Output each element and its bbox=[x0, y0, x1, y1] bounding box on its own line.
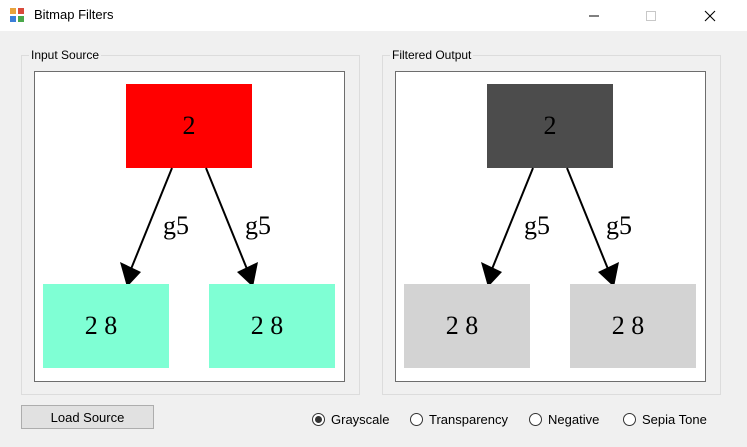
close-icon bbox=[704, 10, 716, 21]
edge-right bbox=[205, 167, 250, 275]
radio-transparency-label[interactable]: Transparency bbox=[429, 412, 508, 427]
root-node-label: 2 bbox=[183, 111, 196, 140]
input-source-group: Input Source 2 g5 g5 2 8 2 8 bbox=[21, 48, 360, 395]
title-bar: Bitmap Filters bbox=[0, 0, 747, 31]
input-picture: 2 g5 g5 2 8 2 8 bbox=[34, 71, 345, 382]
radio-transparency-indicator[interactable] bbox=[410, 412, 423, 426]
load-source-button[interactable]: Load Source bbox=[21, 405, 154, 429]
edge-right-arrowhead bbox=[237, 262, 258, 287]
radio-negative-label[interactable]: Negative bbox=[548, 412, 599, 427]
child-node-right-label: 2 8 bbox=[251, 311, 284, 340]
input-graph: 2 g5 g5 2 8 2 8 bbox=[43, 84, 335, 368]
maximize-icon bbox=[646, 10, 656, 21]
maximize-button[interactable] bbox=[628, 0, 674, 31]
output-picture: 2 g5 g5 2 8 2 8 bbox=[395, 71, 706, 382]
minimize-button[interactable] bbox=[571, 0, 617, 31]
radio-transparency[interactable]: Transparency bbox=[410, 410, 508, 428]
app-icon bbox=[10, 8, 24, 22]
output-graph: 2 g5 g5 2 8 2 8 bbox=[404, 84, 696, 368]
edge-right-arrowhead bbox=[598, 262, 619, 287]
edge-left-arrowhead bbox=[120, 262, 141, 287]
minimize-icon bbox=[589, 15, 599, 16]
filtered-output-label: Filtered Output bbox=[390, 48, 474, 62]
input-source-label: Input Source bbox=[29, 48, 102, 62]
edge-right-label: g5 bbox=[245, 211, 271, 240]
edge-right bbox=[566, 167, 611, 275]
filtered-output-group: Filtered Output 2 g5 g5 2 8 2 8 bbox=[382, 48, 721, 395]
radio-grayscale-label[interactable]: Grayscale bbox=[331, 412, 390, 427]
radio-grayscale-indicator[interactable] bbox=[312, 412, 325, 426]
radio-sepia-tone[interactable]: Sepia Tone bbox=[623, 410, 707, 428]
child-node-right-label: 2 8 bbox=[612, 311, 645, 340]
close-button[interactable] bbox=[687, 0, 733, 31]
radio-grayscale[interactable]: Grayscale bbox=[312, 410, 390, 428]
window-title: Bitmap Filters bbox=[34, 7, 114, 22]
radio-negative[interactable]: Negative bbox=[529, 410, 599, 428]
radio-sepia-tone-label[interactable]: Sepia Tone bbox=[642, 412, 707, 427]
edge-left-arrowhead bbox=[481, 262, 502, 287]
root-node-label: 2 bbox=[544, 111, 557, 140]
child-node-left-label: 2 8 bbox=[446, 311, 479, 340]
radio-negative-indicator[interactable] bbox=[529, 412, 542, 426]
edge-left-label: g5 bbox=[524, 211, 550, 240]
edge-right-label: g5 bbox=[606, 211, 632, 240]
radio-sepia-tone-indicator[interactable] bbox=[623, 412, 636, 426]
child-node-left-label: 2 8 bbox=[85, 311, 118, 340]
edge-left-label: g5 bbox=[163, 211, 189, 240]
